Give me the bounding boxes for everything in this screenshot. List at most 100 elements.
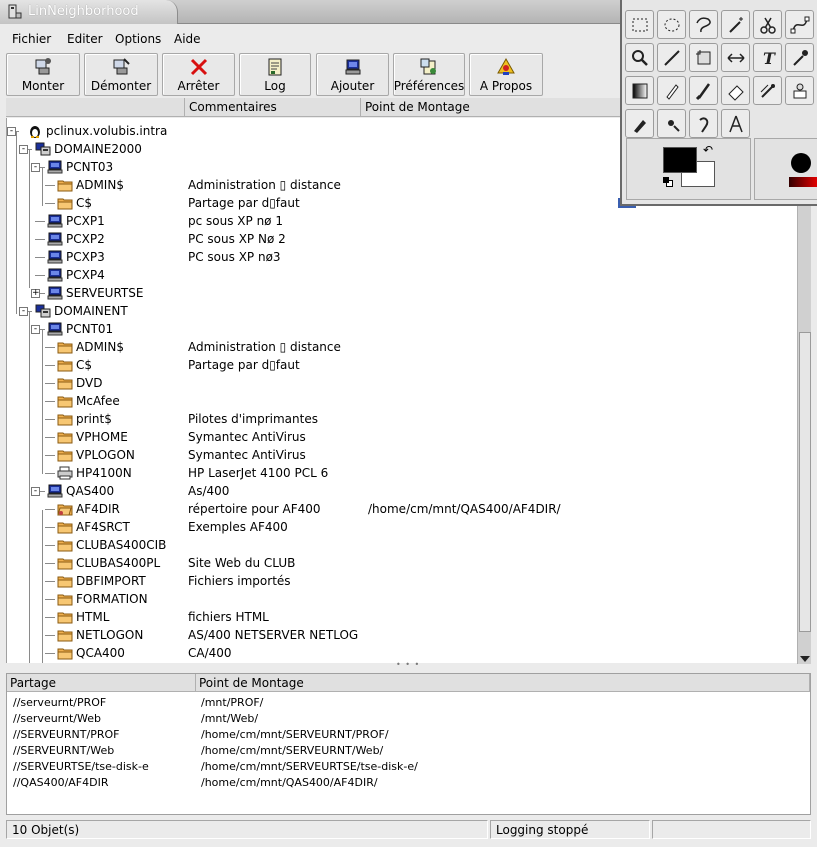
tree-row[interactable]: PCXP4 bbox=[7, 266, 787, 284]
lasso-tool[interactable] bbox=[689, 10, 718, 39]
ellipse-select-icon bbox=[664, 18, 679, 31]
brush-preview-icon[interactable] bbox=[791, 153, 811, 173]
tree-line bbox=[45, 437, 55, 438]
smudge-tool[interactable] bbox=[657, 109, 686, 138]
column-header-comments[interactable]: Commentaires bbox=[185, 98, 361, 117]
mounted-share-row[interactable]: //QAS400/AF4DIR/home/cm/mnt/QAS400/AF4DI… bbox=[13, 776, 378, 792]
title-bar[interactable]: LinNeighborhood bbox=[0, 0, 620, 24]
folder-icon bbox=[57, 358, 73, 372]
paintbrush-tool[interactable] bbox=[689, 76, 718, 105]
pencil-tool[interactable] bbox=[657, 76, 686, 105]
mounted-share-row[interactable]: //serveurnt/PROF/mnt/PROF/ bbox=[13, 696, 263, 712]
clone-icon bbox=[793, 83, 806, 98]
log-button[interactable]: Log bbox=[239, 53, 311, 96]
tree-row[interactable]: HTML fichiers HTML bbox=[7, 608, 787, 626]
menu-options[interactable]: Options bbox=[115, 32, 161, 46]
color-picker-tool[interactable] bbox=[785, 43, 814, 72]
eraser-tool[interactable] bbox=[721, 76, 750, 105]
tree-row[interactable]: - PCNT01 bbox=[7, 320, 787, 338]
collapse-toggle[interactable]: - bbox=[7, 127, 16, 136]
tree-row[interactable]: PCXP1 pc sous XP nø 1 bbox=[7, 212, 787, 230]
tree-row[interactable]: McAfee bbox=[7, 392, 787, 410]
clone-tool[interactable] bbox=[785, 76, 814, 105]
tree-row[interactable]: ADMIN$ Administration ▯ distance bbox=[7, 338, 787, 356]
swap-colors-icon[interactable]: ↶ bbox=[703, 143, 713, 157]
mounted-share-row[interactable]: //SERVEURTSE/tse-disk-e/home/cm/mnt/SERV… bbox=[13, 760, 418, 776]
ink-tool[interactable] bbox=[625, 109, 654, 138]
zoom-tool[interactable] bbox=[625, 43, 654, 72]
flip-tool[interactable] bbox=[721, 43, 750, 72]
preferences-button[interactable]: Préférences bbox=[393, 53, 465, 96]
collapse-toggle[interactable]: - bbox=[31, 163, 40, 172]
text-tool[interactable]: T bbox=[753, 43, 782, 72]
add-button[interactable]: Ajouter bbox=[316, 53, 389, 96]
tree-line bbox=[45, 581, 55, 582]
tree-item-name: AF4SRCT bbox=[76, 520, 130, 534]
stop-button[interactable]: Arrêter bbox=[162, 53, 235, 96]
collapse-toggle[interactable]: - bbox=[19, 307, 28, 316]
mount-button[interactable]: Monter bbox=[6, 53, 80, 96]
ellipse-select-tool[interactable] bbox=[657, 10, 686, 39]
mounted-shares-panel[interactable]: Partage Point de Montage //serveurnt/PRO… bbox=[6, 673, 811, 815]
tree-row[interactable]: AF4DIR répertoire pour AF400/home/cm/mnt/… bbox=[7, 500, 787, 518]
menu-aide[interactable]: Aide bbox=[174, 32, 201, 46]
tool-palette: T ↶ bbox=[620, 0, 817, 206]
tree-row[interactable]: AF4SRCT Exemples AF400 bbox=[7, 518, 787, 536]
tree-row[interactable]: PCXP3 PC sous XP nø3 bbox=[7, 248, 787, 266]
mounted-share-row[interactable]: //SERVEURNT/Web/home/cm/mnt/SERVEURNT/We… bbox=[13, 744, 383, 760]
rect-select-tool[interactable] bbox=[625, 10, 654, 39]
unmount-button[interactable]: Démonter bbox=[84, 53, 158, 96]
tree-row[interactable]: VPHOME Symantec AntiVirus bbox=[7, 428, 787, 446]
tree-scrollbar-thumb[interactable] bbox=[799, 332, 811, 632]
compass-tool[interactable] bbox=[721, 109, 750, 138]
tree-row[interactable]: FORMATION bbox=[7, 590, 787, 608]
tree-item-name: AF4DIR bbox=[76, 502, 120, 516]
tree-row[interactable]: - QAS400 As/400 bbox=[7, 482, 787, 500]
collapse-toggle[interactable]: - bbox=[31, 487, 40, 496]
column-header-name[interactable] bbox=[6, 98, 185, 117]
tree-row[interactable]: CLUBAS400PL Site Web du CLUB bbox=[7, 554, 787, 572]
crop-tool[interactable] bbox=[689, 43, 718, 72]
tree-row[interactable]: + SERVEURTSE bbox=[7, 284, 787, 302]
tree-row[interactable]: CLUBAS400CIB bbox=[7, 536, 787, 554]
scissors-select-tool[interactable] bbox=[753, 10, 782, 39]
default-colors-icon[interactable] bbox=[663, 177, 673, 187]
tree-line bbox=[45, 455, 55, 456]
collapse-toggle[interactable]: - bbox=[31, 325, 40, 334]
menu-editer[interactable]: Editer bbox=[67, 32, 103, 46]
title-tab[interactable]: LinNeighborhood bbox=[0, 0, 178, 24]
folder-icon bbox=[57, 520, 73, 534]
expand-toggle[interactable]: + bbox=[31, 289, 40, 298]
airbrush-tool[interactable] bbox=[753, 76, 782, 105]
column-header-mount[interactable]: Point de Montage bbox=[196, 674, 810, 692]
tree-row[interactable]: - DOMAINENT bbox=[7, 302, 787, 320]
status-objects: 10 Objet(s) bbox=[6, 820, 488, 839]
tree-row[interactable]: DBFIMPORT Fichiers importés bbox=[7, 572, 787, 590]
tree-row[interactable]: NETLOGON AS/400 NETSERVER NETLOG bbox=[7, 626, 787, 644]
collapse-toggle[interactable]: - bbox=[19, 145, 28, 154]
measure-tool[interactable] bbox=[657, 43, 686, 72]
mounted-share-row[interactable]: //SERVEURNT/PROF/home/cm/mnt/SERVEURNT/P… bbox=[13, 728, 389, 744]
menu-fichier[interactable]: Fichier bbox=[12, 32, 51, 46]
tree-row[interactable]: HP4100N HP LaserJet 4100 PCL 6 bbox=[7, 464, 787, 482]
foreground-color-swatch[interactable] bbox=[663, 147, 697, 173]
computer-icon bbox=[47, 484, 63, 498]
gradient-tool[interactable] bbox=[625, 76, 654, 105]
scroll-down-arrow-icon[interactable] bbox=[800, 656, 810, 662]
tree-row[interactable]: PCXP2 PC sous XP Nø 2 bbox=[7, 230, 787, 248]
share-mountpoint: /home/cm/mnt/SERVEURNT/PROF/ bbox=[201, 728, 389, 741]
mounted-share-row[interactable]: //serveurnt/Web/mnt/Web/ bbox=[13, 712, 258, 728]
splitter-grip[interactable]: • • • bbox=[396, 660, 420, 669]
magic-wand-tool[interactable] bbox=[721, 10, 750, 39]
tree-row[interactable]: DVD bbox=[7, 374, 787, 392]
pane-splitter[interactable]: • • • bbox=[0, 660, 817, 672]
tree-row[interactable]: VPLOGON Symantec AntiVirus bbox=[7, 446, 787, 464]
dodge-burn-tool[interactable] bbox=[689, 109, 718, 138]
column-header-share[interactable]: Partage bbox=[7, 674, 196, 692]
tree-line bbox=[45, 365, 55, 366]
bezier-path-tool[interactable] bbox=[785, 10, 814, 39]
tree-row[interactable]: C$ Partage par d▯faut bbox=[7, 356, 787, 374]
tree-row[interactable]: print$ Pilotes d'imprimantes bbox=[7, 410, 787, 428]
gradient-preview[interactable] bbox=[789, 177, 817, 187]
about-button[interactable]: A Propos bbox=[469, 53, 543, 96]
